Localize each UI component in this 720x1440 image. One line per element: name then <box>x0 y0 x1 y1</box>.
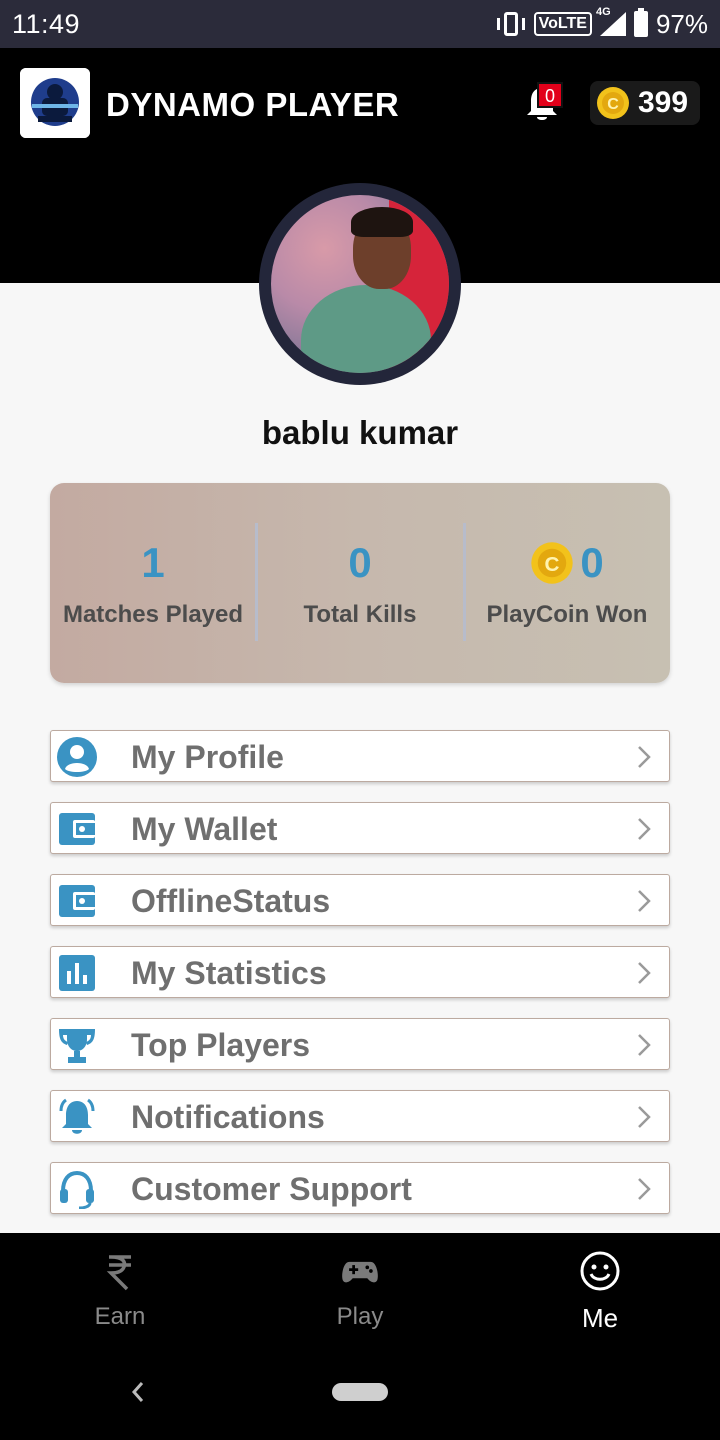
stat-playcoin-won: C 0 PlayCoin Won <box>464 483 670 683</box>
chevron-right-icon <box>638 1106 651 1128</box>
vibrate-icon <box>496 12 526 36</box>
nav-tab-earn[interactable]: Earn <box>0 1233 240 1345</box>
rupee-icon <box>106 1255 131 1291</box>
menu-item-my-statistics[interactable]: My Statistics <box>50 946 670 998</box>
bell-icon <box>59 1098 95 1134</box>
stat-label: Matches Played <box>62 601 244 628</box>
person-icon <box>57 737 97 777</box>
nav-tab-me[interactable]: Me <box>480 1233 720 1345</box>
trophy-icon <box>59 1029 95 1063</box>
system-navigation-bar <box>0 1345 720 1440</box>
nav-label: Play <box>336 1303 384 1330</box>
menu-item-top-players[interactable]: Top Players <box>50 1018 670 1070</box>
menu-item-label: Top Players <box>131 1027 311 1063</box>
stat-label: Total Kills <box>303 601 417 628</box>
nav-label: Earn <box>94 1303 146 1330</box>
chevron-right-icon <box>638 1178 651 1200</box>
stat-matches-played: 1 Matches Played <box>50 483 256 683</box>
menu-item-label: My Wallet <box>131 811 278 847</box>
wallet-icon <box>59 813 95 845</box>
app-title: DYNAMO PLAYER <box>106 86 400 123</box>
stat-total-kills: 0 Total Kills <box>257 483 463 683</box>
chevron-right-icon <box>638 890 651 912</box>
menu-item-offline-status[interactable]: OfflineStatus <box>50 874 670 926</box>
notification-badge: 0 <box>537 82 563 108</box>
chevron-right-icon <box>638 1034 651 1056</box>
status-time: 11:49 <box>12 9 81 39</box>
app-logo <box>20 68 90 138</box>
signal-icon: 4G <box>596 6 626 36</box>
menu-item-label: My Statistics <box>131 955 327 991</box>
nav-label: Me <box>581 1303 619 1333</box>
battery-icon <box>633 8 648 37</box>
stats-card: 1 Matches Played 0 Total Kills C 0 PlayC… <box>50 483 670 683</box>
menu-item-customer-support[interactable]: Customer Support <box>50 1162 670 1214</box>
stat-value: 0 <box>348 539 372 586</box>
coin-icon: C <box>531 542 574 584</box>
menu-item-label: Notifications <box>131 1099 325 1135</box>
coin-balance[interactable]: C 399 <box>590 81 700 125</box>
headset-icon <box>60 1170 94 1209</box>
wallet-icon <box>59 885 95 917</box>
menu-item-notifications[interactable]: Notifications <box>50 1090 670 1142</box>
gamepad-icon <box>342 1261 378 1283</box>
svg-text:C: C <box>607 96 619 113</box>
home-pill-button[interactable] <box>332 1383 388 1401</box>
back-icon[interactable] <box>128 1377 148 1407</box>
profile-username: bablu kumar <box>261 414 459 451</box>
svg-text:C: C <box>545 553 560 576</box>
menu-item-label: OfflineStatus <box>131 883 331 919</box>
volte-indicator: VoLTE <box>533 12 592 36</box>
chevron-right-icon <box>638 746 651 768</box>
menu-item-my-profile[interactable]: My Profile <box>50 730 670 782</box>
stat-label: PlayCoin Won <box>486 601 648 628</box>
bar-chart-icon <box>59 955 95 991</box>
nav-tab-play[interactable]: Play <box>240 1233 480 1345</box>
coin-icon: C <box>597 87 629 119</box>
stat-value: 1 <box>141 539 165 586</box>
chevron-right-icon <box>638 818 651 840</box>
status-bar: 11:49 VoLTE 4G 97% <box>0 0 720 48</box>
menu-item-label: My Profile <box>131 739 284 775</box>
chevron-right-icon <box>638 962 651 984</box>
stat-value: 0 <box>580 539 604 586</box>
smiley-icon <box>580 1251 620 1291</box>
coin-amount: 399 <box>638 86 689 119</box>
profile-avatar[interactable] <box>259 183 461 385</box>
bottom-navigation: Earn Play Me <box>0 1233 720 1345</box>
battery-percent: 97% <box>655 8 708 39</box>
menu-item-label: Customer Support <box>131 1171 412 1207</box>
network-gen-label: 4G <box>595 6 611 18</box>
menu-item-my-wallet[interactable]: My Wallet <box>50 802 670 854</box>
